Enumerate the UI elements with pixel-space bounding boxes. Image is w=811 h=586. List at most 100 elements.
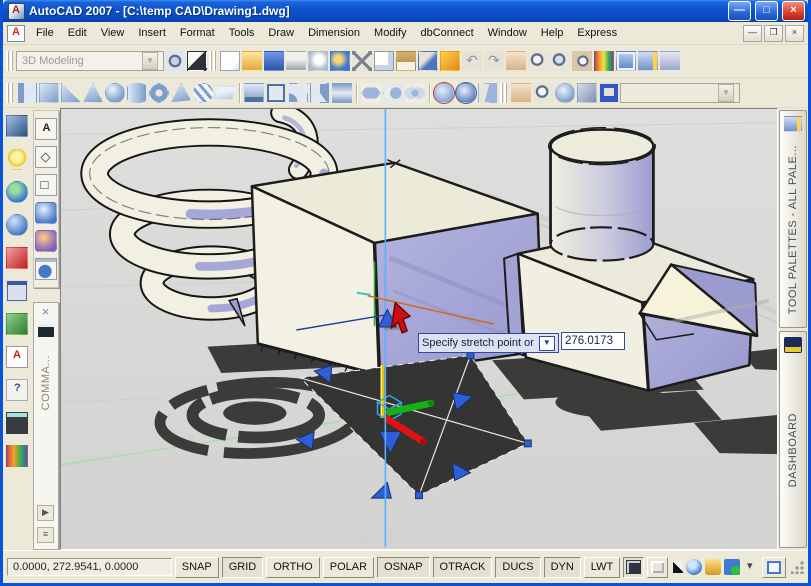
dynamic-input-dropdown-icon[interactable]: ▼	[539, 336, 555, 351]
menu-modify[interactable]: Modify	[367, 24, 413, 42]
designcenter-icon[interactable]	[616, 51, 636, 71]
walk-icon[interactable]	[599, 83, 619, 103]
section-plane-icon[interactable]	[478, 83, 498, 103]
menu-edit[interactable]: Edit	[61, 24, 94, 42]
undo-icon[interactable]	[462, 51, 482, 71]
orbit-icon[interactable]	[555, 83, 575, 103]
3d-continuous-orbit-icon[interactable]	[456, 83, 476, 103]
render-window-icon[interactable]	[6, 280, 28, 302]
menu-file[interactable]: File	[29, 24, 61, 42]
zoom-realtime-icon[interactable]	[528, 51, 548, 71]
model-space-button[interactable]	[623, 557, 644, 578]
conceptual-icon[interactable]	[35, 230, 57, 252]
visual-style-combo[interactable]: ▼	[620, 83, 740, 103]
menu-help[interactable]: Help	[534, 24, 571, 42]
autocad-block-icon[interactable]	[6, 346, 28, 368]
maximize-button[interactable]: □	[755, 1, 778, 21]
3d-wireframe-icon[interactable]	[35, 146, 57, 168]
menu-insert[interactable]: Insert	[131, 24, 173, 42]
toggle-osnap[interactable]: OSNAP	[377, 557, 430, 578]
status-menu-icon[interactable]	[673, 561, 683, 573]
torus-icon[interactable]	[149, 83, 169, 103]
palette-menu-icon[interactable]: ≡	[37, 527, 54, 543]
chevron-down-icon[interactable]: ▼	[718, 84, 734, 102]
toolbar-grip[interactable]	[500, 83, 507, 103]
paste-icon[interactable]	[396, 51, 416, 71]
render-environment-icon[interactable]	[6, 247, 28, 269]
toggle-otrack[interactable]: OTRACK	[433, 557, 493, 578]
intersect-icon[interactable]	[405, 83, 425, 103]
pyramid-icon[interactable]	[171, 83, 191, 103]
materials-icon[interactable]	[6, 214, 28, 236]
publish-icon[interactable]	[330, 51, 350, 71]
tray-arrow-icon[interactable]	[743, 559, 759, 575]
qnew-icon[interactable]	[220, 51, 240, 71]
open-icon[interactable]	[242, 51, 262, 71]
resize-grip[interactable]	[791, 561, 804, 574]
3d-hidden-icon[interactable]	[35, 174, 57, 196]
revolve-icon[interactable]	[310, 83, 330, 103]
toolbar-grip[interactable]	[209, 51, 216, 71]
menu-format[interactable]: Format	[173, 24, 222, 42]
planar-surface-icon[interactable]	[213, 85, 237, 99]
2d-wireframe-icon[interactable]	[35, 118, 57, 140]
menu-tools[interactable]: Tools	[222, 24, 262, 42]
redo-icon[interactable]	[484, 51, 504, 71]
drawing-file-icon[interactable]	[7, 25, 25, 42]
toggle-ortho[interactable]: ORTHO	[266, 557, 320, 578]
cut-icon[interactable]	[352, 51, 372, 71]
wedge-icon[interactable]	[61, 83, 81, 103]
minimize-button[interactable]: —	[728, 1, 751, 21]
trusted-dwg-icon[interactable]	[724, 559, 740, 575]
web-publish-icon[interactable]	[6, 445, 28, 467]
match-properties-icon[interactable]	[418, 51, 438, 71]
save-icon[interactable]	[264, 51, 284, 71]
lights-icon[interactable]	[6, 148, 28, 170]
toggle-dyn[interactable]: DYN	[544, 557, 581, 578]
drawing-canvas[interactable]: Specify stretch point or ▼ 276.0173	[60, 108, 778, 550]
cone-icon[interactable]	[83, 83, 103, 103]
tool-palettes-bar[interactable]: TOOL PALETTES - ALL PALE...	[779, 110, 807, 328]
texture-mapping-icon[interactable]	[6, 313, 28, 335]
sweep-icon[interactable]	[288, 83, 308, 103]
properties-icon[interactable]	[594, 51, 614, 71]
extrude-icon[interactable]	[244, 83, 264, 103]
mdi-minimize-button[interactable]: —	[743, 25, 762, 42]
close-button[interactable]: ×	[782, 1, 805, 21]
sphere-icon[interactable]	[105, 83, 125, 103]
cylinder-icon[interactable]	[127, 83, 147, 103]
command-line-palette[interactable]: × COMMA... ▶ ≡	[33, 302, 59, 550]
sheet-set-manager-icon[interactable]	[660, 51, 680, 71]
manage-visual-styles-icon[interactable]	[35, 258, 57, 280]
copy-icon[interactable]	[374, 51, 394, 71]
render-preview-icon[interactable]	[6, 115, 28, 137]
workspace-combo[interactable]: 3D Modeling ▼	[16, 51, 164, 71]
menu-express[interactable]: Express	[570, 24, 624, 42]
layout-button[interactable]	[647, 557, 668, 578]
workspace-settings-icon[interactable]	[165, 51, 185, 71]
menu-dimension[interactable]: Dimension	[301, 24, 367, 42]
quickcalc-icon[interactable]	[6, 412, 28, 434]
block-editor-icon[interactable]	[440, 51, 460, 71]
toggle-snap[interactable]: SNAP	[175, 557, 219, 578]
helix-icon[interactable]	[193, 83, 213, 103]
toolbar-grip[interactable]	[6, 51, 13, 71]
tool-palettes-window-icon[interactable]	[638, 51, 658, 71]
menu-view[interactable]: View	[94, 24, 132, 42]
union-icon[interactable]	[361, 83, 381, 103]
my-workspace-icon[interactable]	[187, 51, 207, 71]
loft-icon[interactable]	[332, 83, 352, 103]
comm-center-icon[interactable]	[686, 559, 702, 575]
box-icon[interactable]	[39, 83, 59, 103]
subtract-icon[interactable]	[383, 83, 403, 103]
chevron-down-icon[interactable]: ▼	[142, 52, 158, 70]
zoom-previous-icon[interactable]	[572, 51, 592, 71]
presspull-icon[interactable]	[266, 83, 286, 103]
dynamic-input-value-field[interactable]: 276.0173	[561, 332, 625, 350]
dashboard-bar[interactable]: DASHBOARD	[779, 331, 807, 549]
toggle-polar[interactable]: POLAR	[323, 557, 374, 578]
clean-screen-button[interactable]	[762, 557, 786, 578]
menu-dbconnect[interactable]: dbConnect	[413, 24, 480, 42]
toolbar-lock-icon[interactable]	[705, 559, 721, 575]
mdi-close-button[interactable]: ×	[785, 25, 804, 42]
